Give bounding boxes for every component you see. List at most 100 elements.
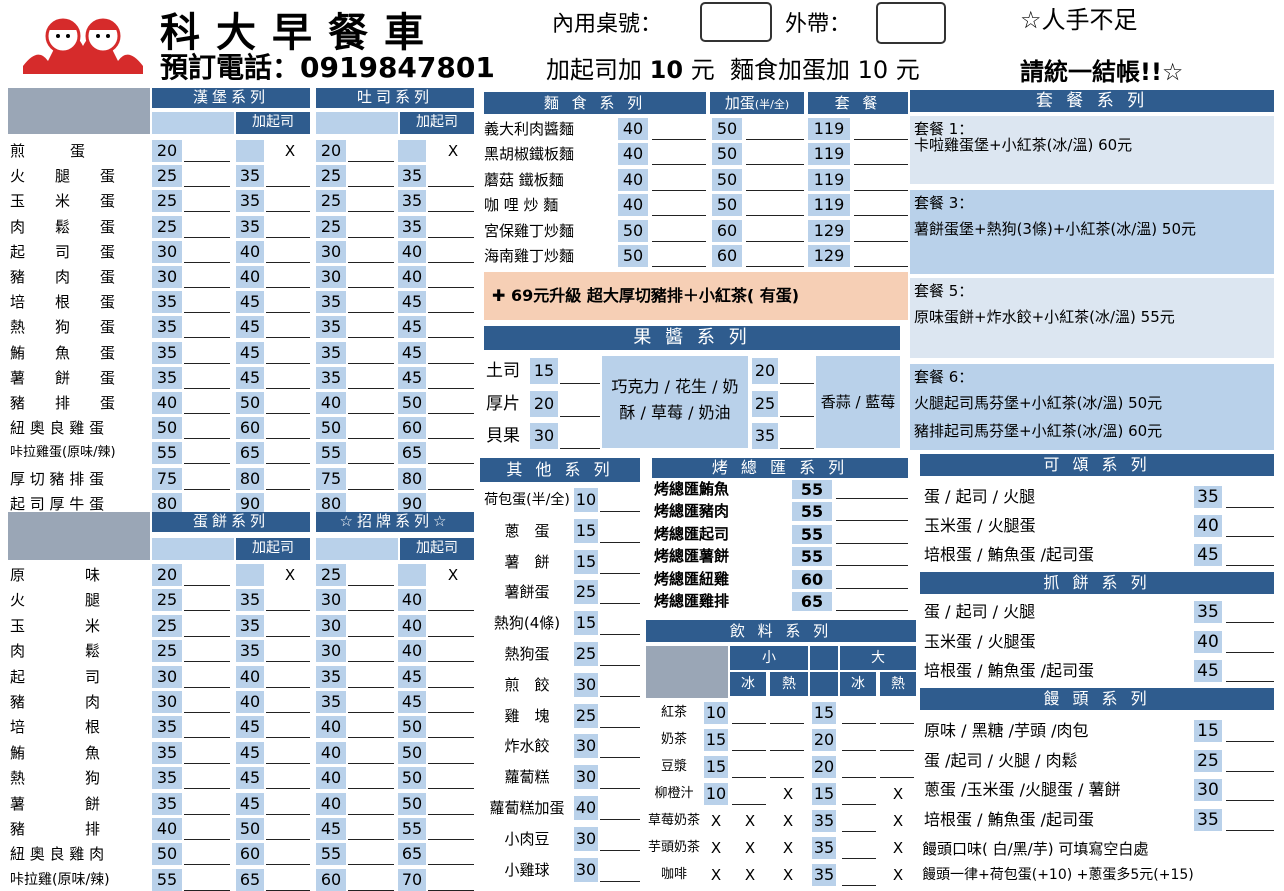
others-qty-blank[interactable] <box>600 704 640 728</box>
drink-qty-blank[interactable] <box>770 702 804 724</box>
others-qty-blank[interactable] <box>600 734 640 759</box>
toast-cheese-blank[interactable] <box>428 291 474 314</box>
signature-cheese-blank[interactable] <box>428 716 474 739</box>
burger-qty-blank[interactable] <box>184 266 230 288</box>
burger-cheese-blank[interactable] <box>266 190 310 213</box>
toast-cheese-blank[interactable] <box>428 417 474 440</box>
toast-qty-blank[interactable] <box>348 342 394 364</box>
noodle-qty-blank[interactable] <box>652 143 706 166</box>
toast-cheese-blank[interactable] <box>428 266 474 288</box>
signature-cheese-blank[interactable] <box>428 869 474 891</box>
signature-qty-blank[interactable] <box>348 716 394 739</box>
toast-qty-blank[interactable] <box>348 140 394 162</box>
noodle-egg-blank[interactable] <box>746 118 804 140</box>
toast-qty-blank[interactable] <box>348 216 394 238</box>
burger-qty-blank[interactable] <box>184 342 230 364</box>
burger-qty-blank[interactable] <box>184 417 230 440</box>
noodle-set-blank[interactable] <box>854 143 908 166</box>
jam-qty-blank[interactable] <box>560 358 600 384</box>
drink-qty-blank[interactable] <box>770 729 804 751</box>
pancake-qty-blank[interactable] <box>184 869 230 891</box>
burger-cheese-blank[interactable] <box>266 266 310 288</box>
burger-qty-blank[interactable] <box>184 190 230 213</box>
drink-qty-blank[interactable] <box>842 729 876 751</box>
pancake-qty-blank[interactable] <box>184 742 230 764</box>
burger-cheese-blank[interactable] <box>266 165 310 188</box>
pancake-qty-blank[interactable] <box>184 843 230 866</box>
toast-qty-blank[interactable] <box>348 316 394 339</box>
burger-qty-blank[interactable] <box>184 468 230 490</box>
jam-qty-blank[interactable] <box>560 423 600 449</box>
toast-cheese-blank[interactable] <box>428 241 474 263</box>
signature-cheese-blank[interactable] <box>428 691 474 713</box>
toast-qty-blank[interactable] <box>348 241 394 263</box>
toast-cheese-blank[interactable] <box>428 316 474 339</box>
signature-qty-blank[interactable] <box>348 793 394 815</box>
others-qty-blank[interactable] <box>600 796 640 820</box>
toast-qty-blank[interactable] <box>348 165 394 188</box>
roast-qty-blank[interactable] <box>836 525 908 544</box>
pancake-qty-blank[interactable] <box>184 589 230 612</box>
signature-qty-blank[interactable] <box>348 869 394 891</box>
toast-qty-blank[interactable] <box>348 442 394 465</box>
drink-qty-blank[interactable] <box>732 756 766 778</box>
pancake-qty-blank[interactable] <box>184 767 230 790</box>
noodle-set-blank[interactable] <box>854 220 908 242</box>
burger-cheese-blank[interactable] <box>266 241 310 263</box>
toast-qty-blank[interactable] <box>348 266 394 288</box>
signature-qty-blank[interactable] <box>348 767 394 790</box>
takeout-box[interactable] <box>876 2 946 44</box>
drink-qty-blank[interactable] <box>880 729 914 751</box>
pancake-cheese-blank[interactable] <box>266 615 310 637</box>
burger-qty-blank[interactable] <box>184 367 230 389</box>
burger-cheese-blank[interactable] <box>266 316 310 339</box>
burger-qty-blank[interactable] <box>184 165 230 188</box>
roast-qty-blank[interactable] <box>836 480 908 499</box>
pancake-qty-blank[interactable] <box>184 793 230 815</box>
toast-qty-blank[interactable] <box>348 417 394 440</box>
signature-qty-blank[interactable] <box>348 615 394 637</box>
signature-qty-blank[interactable] <box>348 640 394 663</box>
signature-cheese-blank[interactable] <box>428 742 474 764</box>
others-qty-blank[interactable] <box>600 827 640 851</box>
zhuabing-qty-blank[interactable] <box>1226 631 1274 653</box>
jam-qty-blank2[interactable] <box>780 423 814 449</box>
others-qty-blank[interactable] <box>600 673 640 697</box>
burger-qty-blank[interactable] <box>184 442 230 465</box>
toast-cheese-blank[interactable] <box>428 190 474 213</box>
others-qty-blank[interactable] <box>600 765 640 790</box>
pancake-cheese-blank[interactable] <box>266 793 310 815</box>
signature-cheese-blank[interactable] <box>428 640 474 663</box>
signature-cheese-blank[interactable] <box>428 793 474 815</box>
toast-cheese-blank[interactable] <box>428 442 474 465</box>
drink-qty-blank[interactable] <box>732 729 766 751</box>
signature-qty-blank[interactable] <box>348 843 394 866</box>
zhuabing-qty-blank[interactable] <box>1226 601 1274 623</box>
signature-cheese-blank[interactable] <box>428 615 474 637</box>
toast-qty-blank[interactable] <box>348 367 394 389</box>
pancake-cheese-blank[interactable] <box>266 869 310 891</box>
burger-qty-blank[interactable] <box>184 216 230 238</box>
mantou-qty-blank[interactable] <box>1226 720 1274 742</box>
noodle-set-blank[interactable] <box>854 118 908 140</box>
drink-qty-blank[interactable] <box>770 756 804 778</box>
others-qty-blank[interactable] <box>600 642 640 666</box>
burger-cheese-blank[interactable] <box>266 216 310 238</box>
burger-cheese-blank[interactable] <box>266 468 310 490</box>
drink-qty-blank[interactable] <box>732 783 766 805</box>
others-qty-blank[interactable] <box>600 519 640 543</box>
noodle-qty-blank[interactable] <box>652 194 706 217</box>
burger-cheese-blank[interactable] <box>266 342 310 364</box>
burger-cheese-blank[interactable] <box>266 392 310 414</box>
burger-cheese-blank[interactable] <box>266 367 310 389</box>
burger-cheese-blank[interactable] <box>266 291 310 314</box>
drink-qty-blank[interactable] <box>732 702 766 724</box>
kesong-qty-blank[interactable] <box>1226 544 1274 566</box>
noodle-set-blank[interactable] <box>854 169 908 191</box>
pancake-qty-blank[interactable] <box>184 564 230 586</box>
noodle-egg-blank[interactable] <box>746 169 804 191</box>
noodle-qty-blank[interactable] <box>652 118 706 140</box>
toast-cheese-blank[interactable] <box>428 342 474 364</box>
others-qty-blank[interactable] <box>600 580 640 605</box>
others-qty-blank[interactable] <box>600 488 640 512</box>
